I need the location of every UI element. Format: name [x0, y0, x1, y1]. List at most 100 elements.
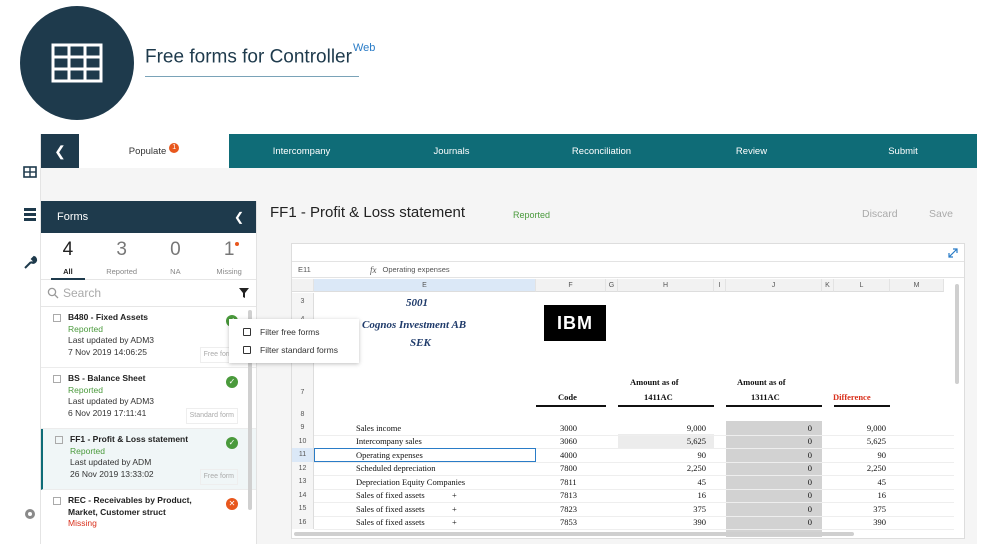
- horizontal-scrollbar[interactable]: [294, 532, 854, 536]
- tab-review[interactable]: Review: [674, 134, 829, 168]
- header-amount2: Amount as of: [737, 377, 786, 387]
- form-status: Reported: [68, 384, 103, 395]
- list-icon[interactable]: [22, 206, 38, 222]
- amount-current[interactable]: 16: [618, 490, 707, 500]
- list-item[interactable]: REC - Receivables by Product, Market, Cu…: [41, 490, 256, 544]
- account-label: Sales income: [356, 422, 402, 433]
- account-label: Intercompany sales: [356, 436, 422, 446]
- page-title: FF1 - Profit & Loss statement: [270, 204, 466, 221]
- form-checkbox[interactable]: [53, 314, 61, 322]
- row-number[interactable]: 3: [292, 293, 314, 311]
- column-header[interactable]: J: [726, 279, 822, 292]
- cell-reference: E11: [298, 265, 311, 274]
- grid-icon[interactable]: [22, 164, 38, 180]
- checkbox-icon[interactable]: [243, 346, 251, 354]
- account-code: 3000: [560, 422, 577, 433]
- form-checkbox[interactable]: [53, 375, 61, 383]
- stat-missing[interactable]: 1 Missing: [202, 233, 256, 279]
- vertical-scrollbar[interactable]: [955, 284, 959, 384]
- header-code: Code: [558, 392, 577, 402]
- column-header[interactable]: E: [314, 279, 536, 292]
- filter-icon[interactable]: [238, 287, 250, 299]
- collapse-sidebar-icon[interactable]: ❮: [234, 210, 244, 224]
- column-header[interactable]: L: [834, 279, 890, 292]
- list-item[interactable]: B480 - Fixed Assets Reported Last update…: [41, 307, 256, 368]
- settings-icon[interactable]: [22, 506, 38, 522]
- form-name: B480 - Fixed Assets: [68, 312, 148, 322]
- column-header[interactable]: M: [890, 279, 944, 292]
- amount-current[interactable]: 375: [618, 504, 706, 514]
- search-input[interactable]: Search: [63, 286, 238, 300]
- row-number[interactable]: 16: [292, 515, 314, 529]
- tab-submit[interactable]: Submit: [829, 134, 977, 168]
- row-number[interactable]: 15: [292, 502, 314, 516]
- row-number[interactable]: 13: [292, 475, 314, 489]
- expand-icon[interactable]: [948, 248, 958, 258]
- amount-prior: 0: [807, 463, 812, 473]
- formula-input[interactable]: Operating expenses: [383, 265, 450, 274]
- amount-current[interactable]: 45: [618, 477, 707, 487]
- difference-value: 375: [873, 503, 886, 514]
- wrench-icon[interactable]: [22, 254, 38, 270]
- stat-label: Reported: [106, 267, 138, 276]
- tab-journals[interactable]: Journals: [374, 134, 529, 168]
- form-checkbox[interactable]: [55, 436, 63, 444]
- row-number[interactable]: 8: [292, 409, 314, 421]
- header-underline: [536, 405, 606, 407]
- amount-current[interactable]: 390: [618, 517, 706, 527]
- expand-plus[interactable]: +: [452, 517, 457, 527]
- currency: SEK: [410, 337, 431, 349]
- form-checkbox[interactable]: [53, 497, 61, 505]
- row-gridline: [314, 529, 954, 530]
- form-status: Reported: [70, 445, 105, 456]
- list-item[interactable]: BS - Balance Sheet Reported Last updated…: [41, 368, 256, 429]
- form-status: Reported: [68, 323, 103, 334]
- header-underline: [726, 405, 822, 407]
- back-button[interactable]: ❮: [41, 134, 79, 168]
- filter-free-forms[interactable]: Filter free forms: [243, 323, 359, 341]
- spreadsheet[interactable]: E11 fx Operating expenses E F G H I J K …: [291, 243, 965, 539]
- column-header[interactable]: K: [822, 279, 834, 292]
- row-number[interactable]: 7: [292, 377, 314, 409]
- stat-na[interactable]: 0 NA: [149, 233, 203, 279]
- stat-all[interactable]: 4 All: [41, 233, 95, 280]
- column-header[interactable]: F: [536, 279, 606, 292]
- forms-sidebar: Forms ❮ 4 All 3 Reported 0 NA 1 Missing Sear…: [41, 201, 257, 544]
- checkbox-icon[interactable]: [243, 328, 251, 336]
- column-header[interactable]: I: [714, 279, 726, 292]
- stat-count: 4: [62, 239, 74, 260]
- forms-title: Forms: [57, 211, 89, 223]
- row-number[interactable]: 10: [292, 434, 314, 448]
- stat-reported[interactable]: 3 Reported: [95, 233, 149, 279]
- row-number[interactable]: 11: [292, 448, 314, 462]
- expand-plus[interactable]: +: [452, 490, 457, 500]
- hero-title: Free forms for ControllerWeb: [145, 42, 376, 68]
- filter-standard-forms[interactable]: Filter standard forms: [243, 341, 359, 359]
- amount-current[interactable]: 90: [618, 450, 707, 460]
- tab-intercompany[interactable]: Intercompany: [229, 134, 374, 168]
- account-code: 7823: [560, 503, 577, 514]
- row-number[interactable]: 14: [292, 488, 314, 502]
- save-button[interactable]: Save: [929, 208, 953, 220]
- discard-button[interactable]: Discard: [862, 208, 898, 220]
- search-bar: Search: [41, 280, 256, 307]
- expand-plus[interactable]: +: [452, 504, 457, 514]
- missing-dot: [235, 242, 240, 246]
- selected-cell[interactable]: [314, 448, 536, 462]
- row-number[interactable]: 9: [292, 421, 314, 435]
- formula-bar[interactable]: E11 fx Operating expenses: [292, 262, 964, 278]
- column-header[interactable]: H: [618, 279, 714, 292]
- account-label: Operating expenses: [356, 449, 423, 460]
- form-stats: 4 All 3 Reported 0 NA 1 Missing: [41, 233, 256, 280]
- row-number[interactable]: 12: [292, 461, 314, 475]
- amount-current[interactable]: 2,250: [618, 463, 706, 473]
- amount-current[interactable]: 5,625: [618, 436, 706, 446]
- tab-reconciliation[interactable]: Reconciliation: [529, 134, 674, 168]
- tab-populate[interactable]: Populate 1: [79, 134, 229, 168]
- form-type-tag: Free form: [199, 469, 238, 485]
- amount-current[interactable]: 9,000: [618, 423, 706, 433]
- column-header[interactable]: G: [606, 279, 618, 292]
- account-label: Sales of fixed assets: [356, 503, 425, 514]
- list-item[interactable]: FF1 - Profit & Loss statement Reported L…: [41, 429, 256, 490]
- chevron-left-icon: ❮: [54, 142, 66, 159]
